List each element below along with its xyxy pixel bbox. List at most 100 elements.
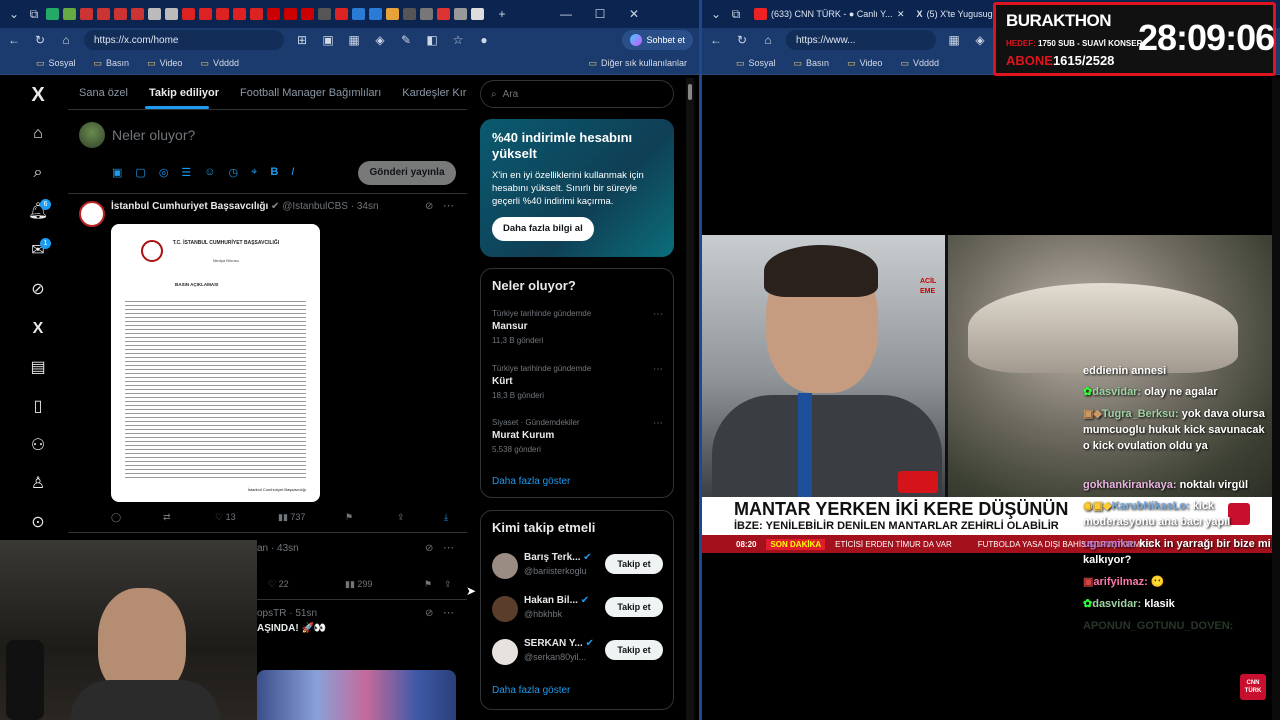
post3-image[interactable] — [257, 670, 456, 720]
tab-favicon[interactable] — [284, 8, 297, 20]
back-icon[interactable]: ← — [708, 33, 724, 47]
share-icon[interactable]: ⇪ — [444, 579, 452, 590]
follow-button[interactable]: Takip et — [605, 554, 663, 574]
tab-favicon[interactable] — [216, 8, 229, 20]
views-button[interactable]: ▮▮ 737 — [278, 512, 305, 523]
bookmark-folder[interactable]: Vdddd — [900, 58, 939, 69]
tab-favicon[interactable] — [46, 8, 59, 20]
italic-icon[interactable]: I — [291, 166, 294, 179]
post-button[interactable]: Gönderi yayınla — [358, 161, 456, 185]
grok-icon[interactable]: ⊘ — [27, 279, 49, 301]
tab-favicon[interactable] — [301, 8, 314, 20]
favorites-icon[interactable]: ☆ — [450, 33, 466, 47]
bookmark-folder[interactable]: Basın — [794, 58, 829, 69]
share-icon[interactable]: ⇪ — [397, 512, 405, 523]
emoji-icon[interactable]: ☺ — [204, 166, 215, 179]
grok-post-icon[interactable]: ⊘ — [425, 608, 433, 619]
tab-football-manager[interactable]: Football Manager Bağımlıları — [240, 87, 381, 99]
tab-favicon[interactable] — [437, 8, 450, 20]
post-more-icon[interactable]: ⋯ — [443, 606, 454, 619]
gif-icon[interactable]: ▢ — [135, 166, 145, 179]
tab-for-you[interactable]: Sana özel — [79, 87, 128, 99]
extension-icon[interactable]: ⊞ — [294, 33, 310, 47]
minimize-icon[interactable]: — — [558, 7, 574, 21]
scrollbar-thumb[interactable] — [688, 84, 692, 100]
tab-favicon[interactable] — [131, 8, 144, 20]
tab-close-icon[interactable]: ✕ — [897, 9, 905, 20]
tab-favicon[interactable] — [63, 8, 76, 20]
lists-icon[interactable]: ▤ — [27, 357, 49, 379]
other-bookmarks[interactable]: Diğer sık kullanılanlar — [588, 58, 687, 69]
follow-button[interactable]: Takip et — [605, 597, 663, 617]
profile-avatar[interactable]: ● — [476, 33, 492, 47]
workspaces-icon[interactable]: ⧉ — [728, 7, 744, 22]
like-button[interactable]: ♡ 13 — [215, 512, 236, 523]
trend-item[interactable]: Siyaset · Gündemdekiler Murat Kurum 5.538 … — [492, 418, 580, 454]
tab-favicon[interactable] — [165, 8, 178, 20]
post2-handle[interactable]: an · 43sn — [257, 543, 299, 554]
extension-icon[interactable]: ✎ — [398, 33, 414, 47]
extension-icon[interactable]: ▦ — [346, 33, 362, 47]
chat-button[interactable]: Sohbet et — [622, 30, 693, 50]
user-avatar[interactable] — [492, 596, 518, 622]
tab-favicon[interactable] — [80, 8, 93, 20]
tab-favicon[interactable] — [199, 8, 212, 20]
tab-favicon[interactable] — [318, 8, 331, 20]
tab-favicon[interactable] — [454, 8, 467, 20]
post3-handle[interactable]: opsTR · 51sn — [257, 608, 317, 619]
like-button[interactable]: ♡ 22 — [268, 579, 289, 590]
tab-kardesler[interactable]: Kardeşler Kıraath — [402, 87, 467, 99]
bookmark-post-icon[interactable]: ⚑ — [424, 579, 432, 590]
media-icon[interactable]: ▣ — [112, 166, 122, 179]
right-scrollbar[interactable] — [1272, 78, 1280, 720]
trends-show-more[interactable]: Daha fazla göster — [492, 476, 570, 487]
close-window-icon[interactable]: ✕ — [626, 7, 642, 21]
address-bar[interactable]: https://www... — [786, 30, 936, 50]
user-avatar[interactable] — [492, 553, 518, 579]
bookmark-folder[interactable]: Sosyal — [736, 58, 776, 69]
post-time[interactable]: 34sn — [357, 201, 379, 212]
tab-favicon[interactable] — [352, 8, 365, 20]
post-image-document[interactable]: T.C. İSTANBUL CUMHURİYET BAŞSAVCILIĞI Me… — [111, 224, 320, 502]
trend-more-icon[interactable]: ⋯ — [653, 364, 663, 375]
tab-favicon[interactable] — [335, 8, 348, 20]
tab-favicon[interactable] — [182, 8, 195, 20]
location-icon[interactable]: ⌖ — [251, 166, 257, 179]
post-more-icon[interactable]: ⋯ — [443, 541, 454, 554]
bold-icon[interactable]: B — [270, 166, 278, 179]
follow-button[interactable]: Takip et — [605, 640, 663, 660]
bookmark-folder[interactable]: Basın — [94, 58, 129, 69]
more-icon[interactable]: ⊙ — [27, 512, 49, 534]
download-icon[interactable]: ⤓ — [444, 512, 448, 523]
bookmark-folder[interactable]: Video — [847, 58, 883, 69]
tab-menu-icon[interactable]: ⌄ — [708, 7, 724, 21]
user-avatar[interactable] — [492, 639, 518, 665]
address-bar[interactable]: https://x.com/home — [84, 30, 284, 50]
follow-user[interactable]: SERKAN Y... ✔ @serkan80yil... — [524, 638, 594, 662]
premium-cta-button[interactable]: Daha fazla bilgi al — [492, 217, 594, 241]
follow-show-more[interactable]: Daha fazla göster — [492, 685, 570, 696]
tab-favicon[interactable] — [114, 8, 127, 20]
tab-favicon[interactable] — [386, 8, 399, 20]
tab-cnn-turk[interactable]: (633) CNN TÜRK - ● Canlı Y... — [771, 9, 893, 19]
home-browser-icon[interactable]: ⌂ — [58, 33, 74, 47]
bookmark-icon[interactable]: ▯ — [27, 396, 49, 418]
post-author[interactable]: İstanbul Cumhuriyet Başsavcılığı — [111, 201, 268, 212]
bookmark-folder[interactable]: Video — [147, 58, 183, 69]
tab-favicon[interactable] — [420, 8, 433, 20]
reload-icon[interactable]: ↻ — [734, 33, 750, 47]
extension-icon[interactable]: ◈ — [972, 33, 988, 47]
back-icon[interactable]: ← — [6, 33, 22, 47]
tab-x[interactable]: (5) X'te Yugusugu ... — [927, 9, 997, 19]
tab-favicon[interactable] — [369, 8, 382, 20]
extension-icon[interactable]: ◈ — [372, 33, 388, 47]
tab-menu-icon[interactable]: ⌄ — [6, 7, 22, 21]
bookmark-post-icon[interactable]: ⚑ — [345, 512, 353, 523]
tab-favicon[interactable] — [250, 8, 263, 20]
trend-item[interactable]: Türkiye tarihinde gündemde Kürt 18,3 B gön… — [492, 364, 591, 400]
tab-favicon[interactable] — [97, 8, 110, 20]
compose-input[interactable]: Neler oluyor? — [112, 127, 195, 143]
communities-icon[interactable]: ⚇ — [27, 435, 49, 457]
post-more-icon[interactable]: ⋯ — [443, 199, 454, 212]
reply-icon[interactable]: ◯ — [111, 512, 121, 523]
